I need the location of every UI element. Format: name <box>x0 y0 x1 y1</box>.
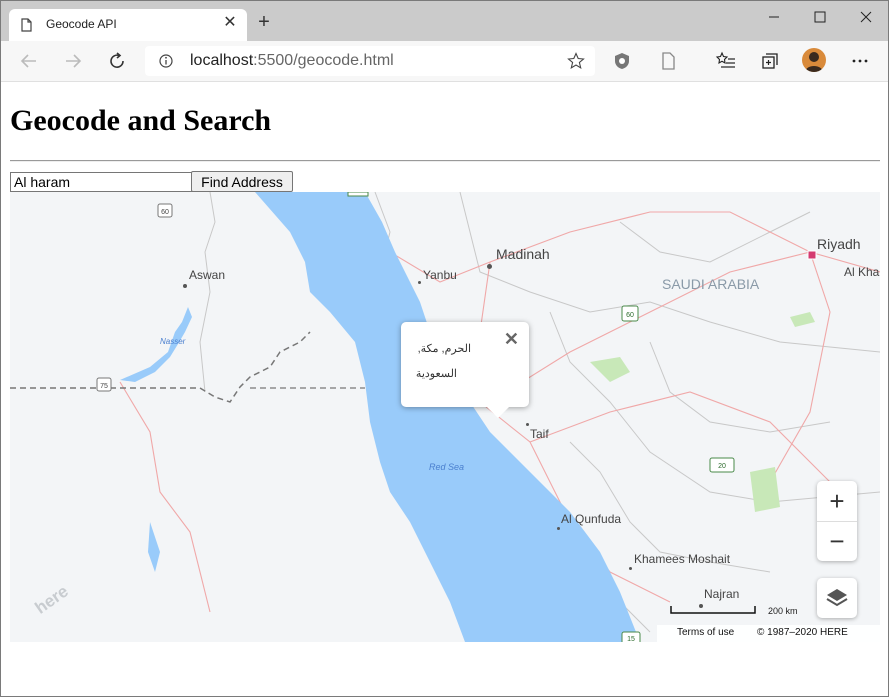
collections-icon[interactable] <box>759 50 781 72</box>
road-shield-75: 75 <box>100 383 108 390</box>
minimize-icon[interactable] <box>759 7 789 27</box>
najran-label: Najran <box>704 587 740 601</box>
reading-view-icon[interactable] <box>657 50 679 72</box>
url-text: localhost:5500/geocode.html <box>190 52 394 69</box>
popup-address-line2: السعودية <box>415 368 457 380</box>
forward-icon[interactable] <box>62 50 84 72</box>
taif-label: Taif <box>530 427 549 441</box>
address-bar[interactable]: localhost:5500/geocode.html <box>145 46 595 76</box>
road-shield-20: 20 <box>718 463 726 470</box>
favorites-list-icon[interactable] <box>715 50 737 72</box>
aswan-label: Aswan <box>189 268 226 282</box>
refresh-icon[interactable] <box>106 50 128 72</box>
yanbu-label: Yanbu <box>423 268 457 282</box>
back-icon[interactable] <box>18 50 40 72</box>
horizontal-rule <box>10 160 880 162</box>
scale-label: 200 km <box>768 606 798 616</box>
close-window-icon[interactable] <box>851 7 881 27</box>
road-shield-60-green: 60 <box>626 312 634 319</box>
riyadh-label: Riyadh <box>817 236 861 252</box>
tab-title: Geocode API <box>46 17 117 31</box>
nasser-label: Nasser <box>160 337 186 346</box>
khamees-moshait-dot <box>629 567 632 570</box>
al-qunfuda-dot <box>557 527 560 530</box>
red-sea-label: Red Sea <box>429 462 465 472</box>
favorite-star-icon[interactable] <box>567 52 585 70</box>
taif-dot <box>526 423 529 426</box>
close-icon[interactable]: ✕ <box>504 329 519 350</box>
location-info-bubble: الحرم, مكة, السعودية ✕ <box>401 322 529 418</box>
saudi-arabia-label: SAUDI ARABIA <box>662 276 760 292</box>
khamees-moshait-label: Khamees Moshait <box>634 552 731 566</box>
find-address-button[interactable]: Find Address <box>191 171 293 192</box>
map-footer: Terms of use © 1987–2020 HERE <box>657 625 880 642</box>
copyright-text: © 1987–2020 HERE <box>757 627 848 638</box>
road-shield-60: 60 <box>161 209 169 216</box>
terms-of-use-link[interactable]: Terms of use <box>677 627 734 638</box>
map-view[interactable]: 60 75 60 20 15 Madinah Riyadh Al Kha Yan… <box>10 192 880 642</box>
browser-toolbar: localhost:5500/geocode.html <box>1 41 888 82</box>
zoom-in-button[interactable]: + <box>817 481 857 522</box>
popup-pointer <box>486 406 510 418</box>
madinah-label: Madinah <box>496 246 550 262</box>
more-menu-icon[interactable] <box>849 50 871 72</box>
address-search-input[interactable] <box>10 172 193 192</box>
map-base-layer: 60 75 60 20 15 <box>10 192 880 642</box>
layers-icon <box>826 589 848 607</box>
aswan-dot <box>183 284 187 288</box>
close-tab-icon[interactable]: ✕ <box>221 14 239 32</box>
zoom-out-button[interactable]: − <box>817 521 857 561</box>
browser-window: Geocode API ✕ + localhost:5500/geocode.h… <box>0 0 889 697</box>
yanbu-dot <box>418 281 421 284</box>
page-heading: Geocode and Search <box>10 104 272 137</box>
title-bar: Geocode API ✕ + <box>1 1 888 41</box>
browser-tab[interactable]: Geocode API ✕ <box>9 9 247 41</box>
madinah-dot <box>487 264 492 269</box>
al-qunfuda-label: Al Qunfuda <box>561 512 622 526</box>
profile-avatar[interactable] <box>802 48 826 72</box>
shield-extension-icon[interactable] <box>611 50 633 72</box>
al-kha-label: Al Kha <box>844 265 880 279</box>
new-tab-icon[interactable]: + <box>255 12 273 32</box>
page-icon <box>21 18 32 32</box>
scale-bar <box>670 606 756 614</box>
zoom-control: + − <box>817 481 857 561</box>
road-shield-15: 15 <box>627 636 635 642</box>
popup-address-line1: الحرم, مكة, <box>417 343 471 355</box>
map-layers-button[interactable] <box>817 578 857 618</box>
maximize-icon[interactable] <box>805 7 835 27</box>
info-icon[interactable] <box>159 54 173 68</box>
page-content: Geocode and Search Find Address <box>1 82 888 696</box>
